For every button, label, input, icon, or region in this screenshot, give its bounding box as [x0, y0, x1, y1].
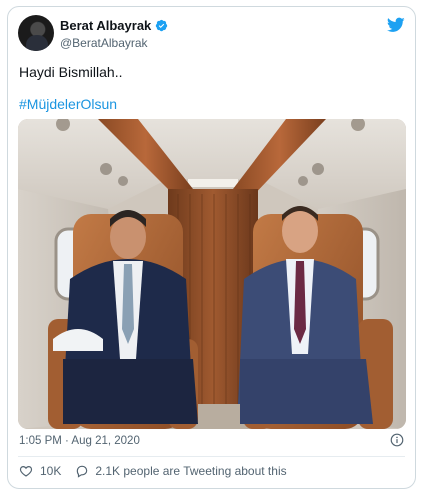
verified-badge-icon: [156, 19, 168, 32]
jet-cabin-photo: [18, 119, 406, 429]
author-handle[interactable]: @BeratAlbayrak: [60, 36, 148, 50]
like-action[interactable]: 10K: [19, 464, 61, 478]
author-name[interactable]: Berat Albayrak: [60, 18, 151, 33]
like-count[interactable]: 10K: [40, 464, 61, 478]
tweet-actions: 10K 2.1K people are Tweeting about this: [19, 464, 287, 478]
twitter-bird-icon[interactable]: [387, 17, 405, 33]
tweeting-about-action[interactable]: 2.1K people are Tweeting about this: [75, 464, 287, 478]
speech-bubble-icon[interactable]: [75, 464, 89, 478]
tweet-photo[interactable]: [18, 119, 406, 429]
tweet-card[interactable]: Berat Albayrak @BeratAlbayrak Haydi Bism…: [7, 6, 416, 489]
hashtag-link[interactable]: #MüjdelerOlsun: [19, 96, 117, 112]
tweet-text: Haydi Bismillah..: [19, 64, 123, 80]
tweeting-about-text[interactable]: 2.1K people are Tweeting about this: [95, 464, 286, 478]
heart-icon[interactable]: [19, 464, 33, 478]
info-icon[interactable]: [390, 433, 404, 447]
tweet-timestamp[interactable]: 1:05 PM · Aug 21, 2020: [19, 435, 140, 447]
divider: [18, 456, 405, 457]
avatar[interactable]: [18, 15, 54, 51]
tweet-header: Berat Albayrak @BeratAlbayrak: [18, 15, 405, 55]
author-name-row[interactable]: Berat Albayrak: [60, 18, 168, 33]
